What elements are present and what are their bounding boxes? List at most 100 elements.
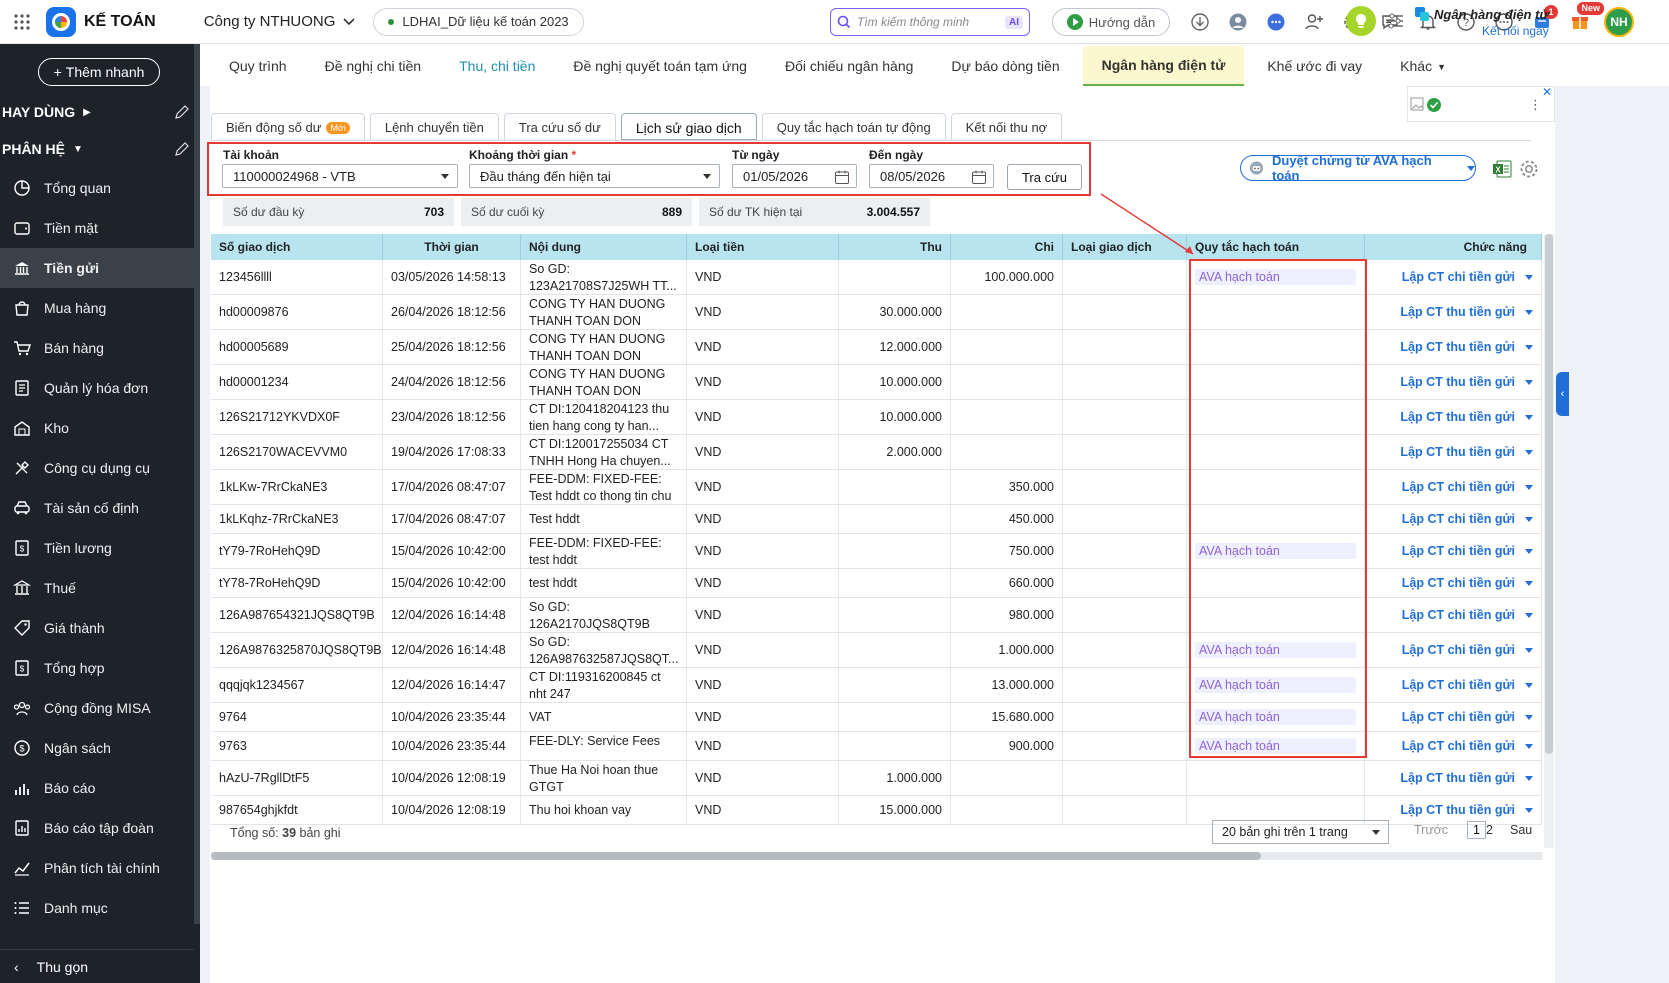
- column-header[interactable]: Loại tiền: [687, 234, 839, 260]
- create-voucher-button[interactable]: Lập CT chi tiền gửi: [1365, 668, 1542, 702]
- column-header[interactable]: Nội dung: [521, 234, 687, 260]
- section-favorites[interactable]: HAY DÙNG ▶: [2, 100, 194, 124]
- tab-debt-collection[interactable]: Kết nối thu nợ: [950, 113, 1063, 141]
- table-horizontal-scrollbar[interactable]: [211, 852, 1542, 860]
- settings-sliders-icon[interactable]: [1384, 10, 1406, 32]
- guide-button[interactable]: Hướng dẫn: [1052, 8, 1170, 36]
- lightbulb-icon[interactable]: [1346, 6, 1376, 36]
- main-tab[interactable]: Dự báo dòng tiền: [932, 46, 1078, 86]
- sidebar-scrollbar[interactable]: [194, 44, 200, 924]
- search-button[interactable]: Tra cứu: [1007, 164, 1082, 190]
- excel-export-icon[interactable]: X: [1491, 158, 1513, 180]
- create-voucher-button[interactable]: Lập CT chi tiền gửi: [1365, 505, 1542, 533]
- sidebar-item[interactable]: $ Tiền lương: [0, 528, 194, 568]
- table-vertical-scrollbar[interactable]: [1544, 234, 1554, 848]
- create-voucher-button[interactable]: Lập CT chi tiền gửi: [1365, 633, 1542, 667]
- sidebar-item[interactable]: Tài sản cố định: [0, 488, 194, 528]
- column-header[interactable]: Chi: [951, 234, 1063, 260]
- create-voucher-button[interactable]: Lập CT thu tiền gửi: [1365, 761, 1542, 795]
- dropdown-arrow-icon[interactable]: [1525, 449, 1533, 455]
- tab-balance-changes[interactable]: Biến động số dư Mới: [211, 113, 365, 141]
- column-header[interactable]: Số giao dịch: [211, 234, 383, 260]
- create-voucher-button[interactable]: Lập CT chi tiền gửi: [1365, 598, 1542, 632]
- create-voucher-button[interactable]: Lập CT thu tiền gửi: [1365, 330, 1542, 364]
- company-selector[interactable]: Công ty NTHUONG: [204, 13, 356, 30]
- download-icon[interactable]: [1186, 8, 1214, 36]
- sidebar-item[interactable]: Quản lý hóa đơn: [0, 368, 194, 408]
- create-voucher-button[interactable]: Lập CT thu tiền gửi: [1365, 435, 1542, 469]
- next-page-button[interactable]: Sau: [1510, 823, 1532, 837]
- close-icon[interactable]: ✕: [1542, 85, 1552, 99]
- ava-review-button[interactable]: Duyệt chứng từ AVA hạch toán: [1240, 153, 1476, 183]
- dropdown-arrow-icon[interactable]: [1525, 580, 1533, 586]
- calendar-icon[interactable]: [971, 169, 987, 185]
- scroll-thumb[interactable]: [1545, 234, 1553, 754]
- scroll-thumb[interactable]: [211, 852, 1261, 860]
- sidebar-item[interactable]: Phân tích tài chính: [0, 848, 194, 888]
- main-tab[interactable]: Ngân hàng điện tử: [1082, 46, 1245, 86]
- sidebar-item[interactable]: Tổng quan: [0, 168, 194, 208]
- create-voucher-button[interactable]: Lập CT thu tiền gửi: [1365, 365, 1542, 399]
- prev-page-button[interactable]: Trước: [1414, 823, 1448, 837]
- create-voucher-button[interactable]: Lập CT chi tiền gửi: [1365, 260, 1542, 294]
- database-selector[interactable]: LDHAI_Dữ liệu kế toán 2023: [373, 7, 584, 36]
- column-header[interactable]: Quy tắc hạch toán: [1187, 234, 1365, 260]
- dropdown-arrow-icon[interactable]: [1525, 612, 1533, 618]
- dropdown-arrow-icon[interactable]: [1525, 516, 1533, 522]
- dropdown-arrow-icon[interactable]: [1525, 484, 1533, 490]
- dropdown-arrow-icon[interactable]: [1525, 714, 1533, 720]
- edit-pencil-icon[interactable]: [174, 141, 190, 157]
- dropdown-arrow-icon[interactable]: [1525, 682, 1533, 688]
- page-1-button[interactable]: 1: [1467, 821, 1486, 839]
- tab-balance-lookup[interactable]: Tra cứu số dư: [503, 113, 616, 141]
- dropdown-arrow-icon[interactable]: [1525, 775, 1533, 781]
- create-voucher-button[interactable]: Lập CT chi tiền gửi: [1365, 534, 1542, 568]
- add-user-icon[interactable]: [1300, 8, 1328, 36]
- tab-auto-accounting-rules[interactable]: Quy tắc hạch toán tự động: [761, 113, 946, 141]
- dropdown-arrow-icon[interactable]: [1525, 309, 1533, 315]
- table-row[interactable]: hAzU-7RgllDtF5 10/04/2026 12:08:19 Thue Ha…: [211, 761, 1542, 796]
- dropdown-arrow-icon[interactable]: [1525, 743, 1533, 749]
- column-header[interactable]: Chức năng: [1365, 234, 1542, 260]
- main-tab[interactable]: Khế ước đi vay: [1248, 46, 1381, 86]
- to-date-input[interactable]: 08/05/2026: [869, 164, 994, 188]
- sidebar-item[interactable]: Cộng đồng MISA: [0, 688, 194, 728]
- sidebar-item[interactable]: Kho: [0, 408, 194, 448]
- create-voucher-button[interactable]: Lập CT chi tiền gửi: [1365, 732, 1542, 760]
- kebab-menu-icon[interactable]: ⋮: [1529, 97, 1542, 113]
- e-banking-connect[interactable]: Ngân hàng điện tử Kết nối ngay: [1414, 6, 1549, 38]
- collapse-sidebar-button[interactable]: ‹ Thu gọn: [0, 949, 194, 983]
- chat-bubble-icon[interactable]: [1262, 8, 1290, 36]
- main-tab[interactable]: Đề nghị quyết toán tạm ứng: [554, 46, 766, 86]
- column-header[interactable]: Thu: [839, 234, 951, 260]
- dropdown-arrow-icon[interactable]: [1525, 548, 1533, 554]
- create-voucher-button[interactable]: Lập CT chi tiền gửi: [1365, 470, 1542, 504]
- sidebar-item[interactable]: Giá thành: [0, 608, 194, 648]
- sidebar-item[interactable]: Công cụ dụng cụ: [0, 448, 194, 488]
- create-voucher-button[interactable]: Lập CT thu tiền gửi: [1365, 400, 1542, 434]
- settings-gear-icon[interactable]: [1518, 158, 1540, 180]
- quick-add-button[interactable]: + Thêm nhanh: [38, 58, 160, 86]
- promo-widget[interactable]: ⋮ ✕: [1407, 85, 1555, 122]
- dropdown-arrow-icon[interactable]: [1525, 807, 1533, 813]
- main-tab[interactable]: Quy trình: [210, 46, 306, 86]
- sidebar-item[interactable]: Tiền gửi: [0, 248, 194, 288]
- from-date-input[interactable]: 01/05/2026: [732, 164, 857, 188]
- gift-icon[interactable]: New: [1566, 2, 1604, 36]
- edit-pencil-icon[interactable]: [174, 104, 190, 120]
- main-tab[interactable]: Đề nghị chi tiền: [306, 46, 441, 86]
- column-header[interactable]: Thời gian: [383, 234, 521, 260]
- assistant-avatar-icon[interactable]: [1224, 8, 1252, 36]
- period-select[interactable]: Đầu tháng đến hiện tại: [469, 164, 720, 188]
- main-tab[interactable]: Thu, chi tiền: [440, 46, 554, 86]
- dropdown-arrow-icon[interactable]: [1525, 647, 1533, 653]
- dropdown-arrow-icon[interactable]: [1525, 414, 1533, 420]
- tab-transfer-orders[interactable]: Lệnh chuyển tiền: [369, 113, 499, 141]
- smart-search-input[interactable]: Tìm kiếm thông minh AI: [830, 8, 1030, 36]
- sidebar-item[interactable]: Tiền mặt: [0, 208, 194, 248]
- create-voucher-button[interactable]: Lập CT thu tiền gửi: [1365, 295, 1542, 329]
- user-avatar[interactable]: NH: [1604, 7, 1634, 37]
- dropdown-arrow-icon[interactable]: [1525, 344, 1533, 350]
- sidebar-item[interactable]: $ Ngân sách: [0, 728, 194, 768]
- app-grid-icon[interactable]: [4, 4, 40, 40]
